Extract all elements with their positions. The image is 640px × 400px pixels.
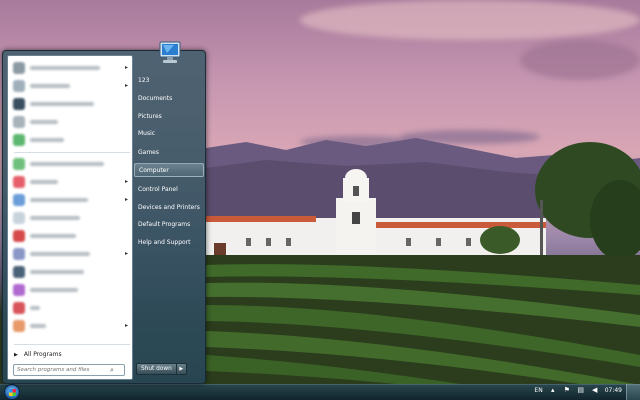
menu-item-user[interactable]: 123: [134, 73, 204, 87]
chevron-right-icon[interactable]: ▸: [125, 82, 128, 89]
list-item[interactable]: [10, 228, 132, 244]
start-button[interactable]: [4, 384, 20, 400]
list-item[interactable]: [10, 300, 132, 316]
user-picture[interactable]: [153, 39, 187, 69]
list-item[interactable]: ▸: [10, 246, 132, 262]
list-item[interactable]: [10, 96, 132, 112]
menu-item-help-support[interactable]: Help and Support: [134, 235, 204, 249]
program-icon: [13, 230, 25, 242]
computer-icon: [159, 41, 181, 63]
menu-item-pictures[interactable]: Pictures: [134, 109, 204, 123]
program-icon: [13, 116, 25, 128]
program-icon: [13, 194, 25, 206]
menu-item-music[interactable]: Music: [134, 126, 204, 140]
list-item[interactable]: ▸: [10, 318, 132, 334]
program-icon: [13, 80, 25, 92]
list-item[interactable]: [10, 132, 132, 148]
program-icon: [13, 302, 25, 314]
program-icon: [13, 62, 25, 74]
menu-item-computer[interactable]: Computer: [134, 163, 204, 177]
program-list: ▸ ▸ ▸ ▸ ▸ ▸ ▶ All Programs: [7, 55, 133, 380]
shutdown-button[interactable]: Shut down: [136, 363, 177, 375]
program-icon: [13, 176, 25, 188]
chevron-right-icon[interactable]: ▶: [176, 363, 187, 375]
list-item[interactable]: ▸: [10, 174, 132, 190]
program-icon: [13, 212, 25, 224]
menu-item-games[interactable]: Games: [134, 145, 204, 159]
menu-item-control-panel[interactable]: Control Panel: [134, 182, 204, 196]
search-box[interactable]: ⌕: [13, 364, 125, 376]
triangle-right-icon: ▶: [14, 351, 18, 358]
list-item[interactable]: [10, 156, 132, 172]
show-desktop-button[interactable]: [626, 384, 640, 400]
search-icon[interactable]: ⌕: [110, 366, 114, 375]
chevron-right-icon[interactable]: ▸: [125, 250, 128, 257]
shutdown-group: Shut down ▶: [136, 363, 187, 375]
tray-clock[interactable]: 07:49: [605, 387, 622, 394]
volume-icon[interactable]: ◀: [591, 386, 599, 394]
program-icon: [13, 98, 25, 110]
program-icon: [13, 284, 25, 296]
list-item[interactable]: [10, 282, 132, 298]
program-icon: [13, 266, 25, 278]
program-icon: [13, 248, 25, 260]
list-item[interactable]: [10, 264, 132, 280]
list-item[interactable]: [10, 114, 132, 130]
chevron-right-icon[interactable]: ▸: [125, 178, 128, 185]
list-item[interactable]: ▸: [10, 60, 132, 76]
list-item[interactable]: ▸: [10, 78, 132, 94]
chevron-right-icon[interactable]: ▸: [125, 196, 128, 203]
chevron-right-icon[interactable]: ▸: [125, 322, 128, 329]
network-icon[interactable]: ▤: [577, 386, 585, 394]
all-programs-label: All Programs: [23, 351, 62, 358]
menu-item-devices-printers[interactable]: Devices and Printers: [134, 200, 204, 214]
flag-icon[interactable]: ⚑: [563, 386, 571, 394]
program-icon: [13, 320, 25, 332]
search-input[interactable]: [14, 365, 110, 375]
system-tray: EN ▴ ⚑ ▤ ◀ 07:49: [534, 386, 634, 394]
chevron-up-icon[interactable]: ▴: [549, 386, 557, 394]
program-icon: [13, 158, 25, 170]
chevron-right-icon[interactable]: ▸: [125, 64, 128, 71]
list-item[interactable]: [10, 210, 132, 226]
program-icon: [13, 134, 25, 146]
language-indicator[interactable]: EN: [534, 387, 542, 394]
start-menu: ▸ ▸ ▸ ▸ ▸ ▸ ▶ All Programs ⌕: [2, 41, 206, 384]
menu-item-documents[interactable]: Documents: [134, 91, 204, 105]
list-item[interactable]: ▸: [10, 192, 132, 208]
menu-item-default-programs[interactable]: Default Programs: [134, 217, 204, 231]
all-programs-button[interactable]: ▶ All Programs: [14, 351, 62, 358]
